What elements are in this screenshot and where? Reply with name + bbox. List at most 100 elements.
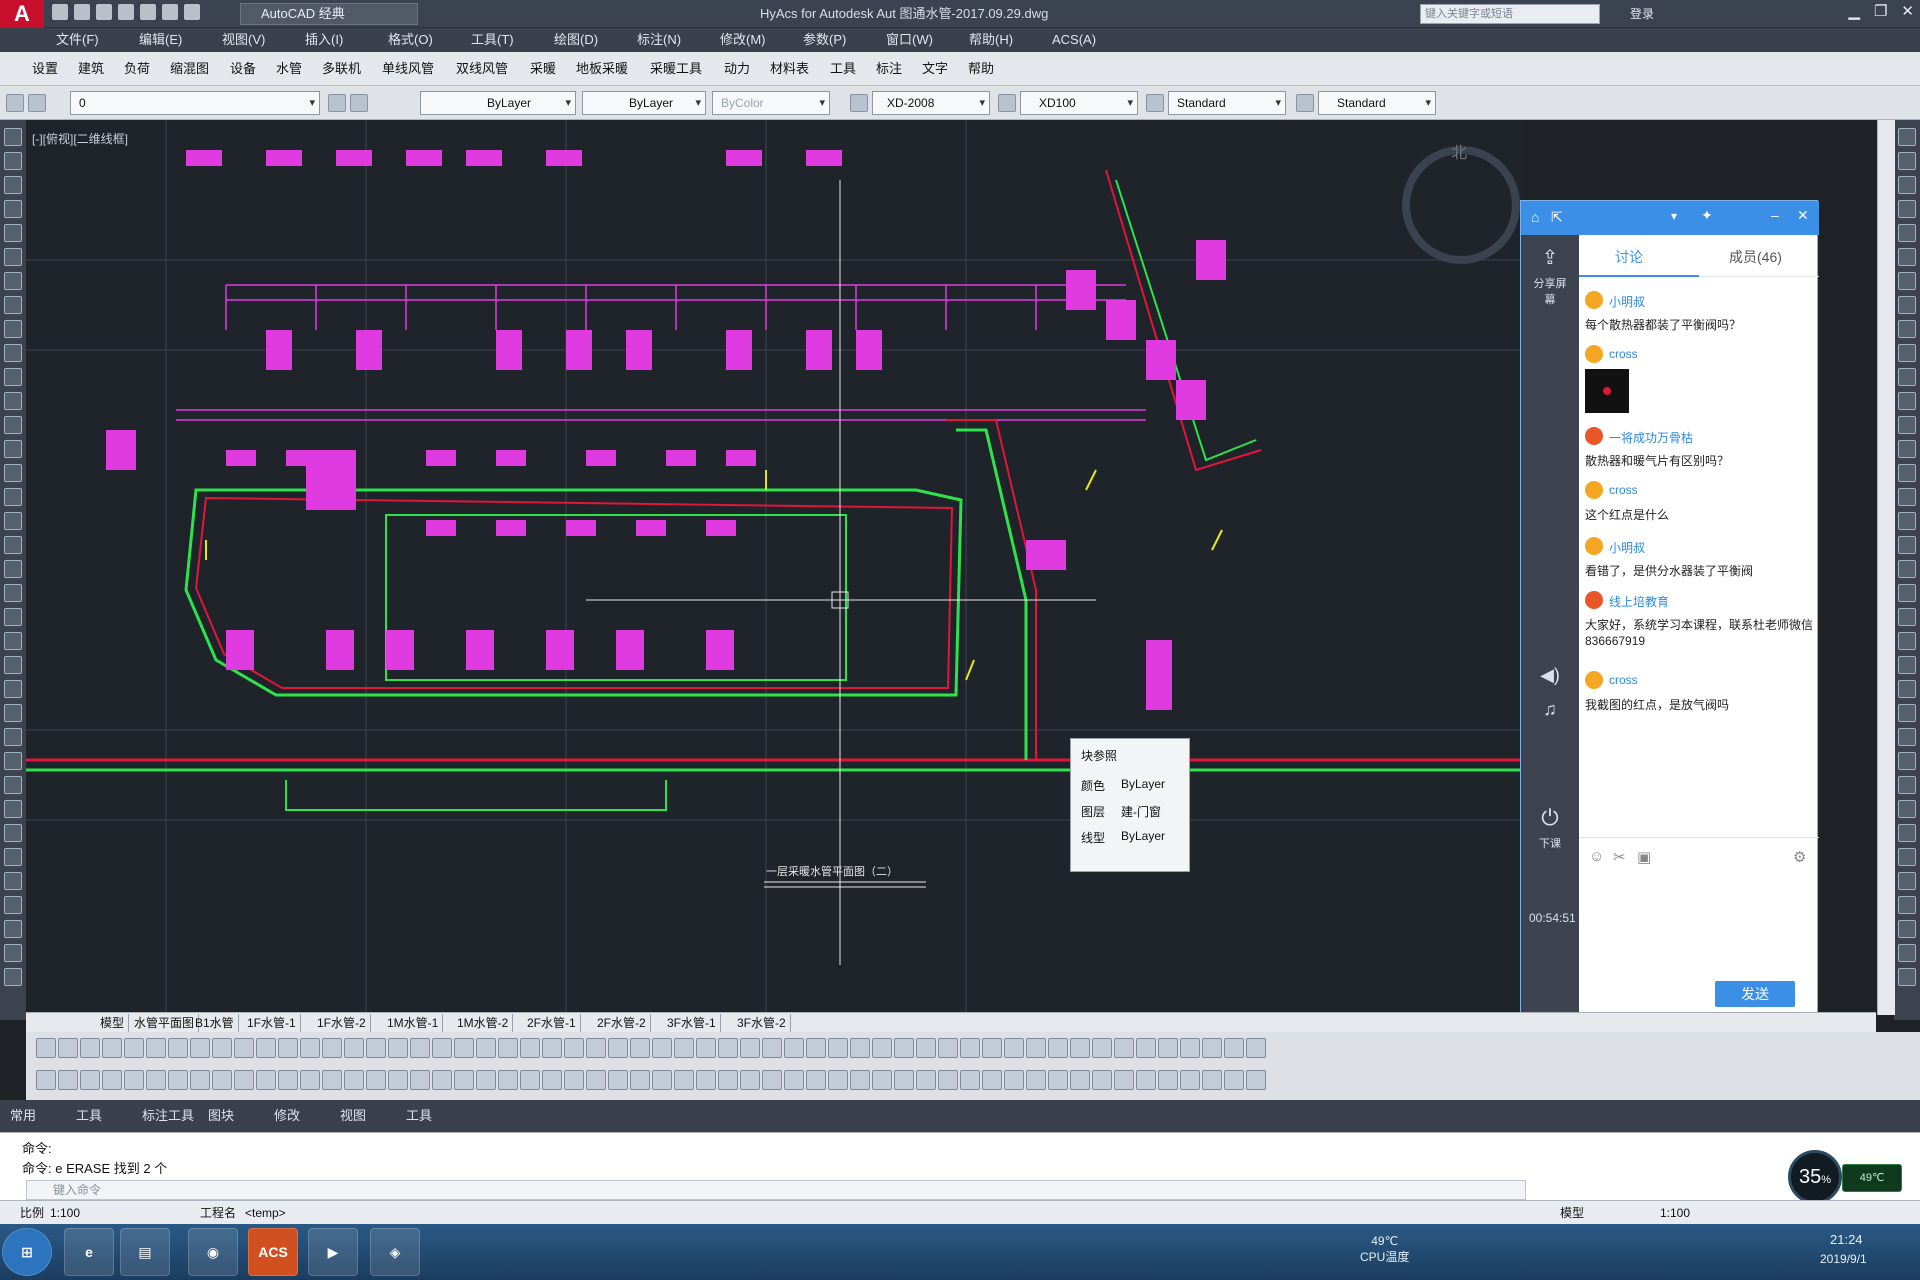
acs-tool-icon[interactable]	[740, 1038, 760, 1058]
linetype-dropdown[interactable]: ByLayer	[420, 91, 576, 115]
acs-tool-icon[interactable]	[498, 1070, 518, 1090]
project-value[interactable]: <temp>	[245, 1201, 286, 1225]
draw-tool-icon[interactable]	[4, 944, 22, 962]
draw-tool-icon[interactable]	[4, 800, 22, 818]
explorer-icon[interactable]: ▤	[120, 1228, 170, 1276]
draw-tool-icon[interactable]	[4, 176, 22, 194]
acs-tool-icon[interactable]	[1224, 1038, 1244, 1058]
search-input[interactable]: 键入关键字或短语	[1420, 4, 1600, 24]
main-menu-item[interactable]: 绘图(D)	[554, 28, 598, 52]
modify-tool-icon[interactable]	[1898, 800, 1916, 818]
redo-icon[interactable]	[184, 4, 200, 20]
modify-tool-icon[interactable]	[1898, 248, 1916, 266]
draw-tool-icon[interactable]	[4, 368, 22, 386]
acs-menu-item[interactable]: 缩混图	[170, 52, 209, 86]
acs-tool-icon[interactable]	[1004, 1038, 1024, 1058]
modify-tool-icon[interactable]	[1898, 704, 1916, 722]
acs-menu-item[interactable]: 单线风管	[382, 52, 434, 86]
acs-tool-icon[interactable]	[938, 1070, 958, 1090]
acs-menu-item[interactable]: 地板采暖	[576, 52, 628, 86]
multileader-style-dropdown[interactable]: Standard	[1318, 91, 1436, 115]
acs-tool-icon[interactable]	[872, 1070, 892, 1090]
modify-tool-icon[interactable]	[1898, 488, 1916, 506]
ribbon-tab[interactable]: 图块	[208, 1100, 234, 1132]
acs-menu-item[interactable]: 采暖工具	[650, 52, 702, 86]
modify-tool-icon[interactable]	[1898, 968, 1916, 986]
acs-tool-icon[interactable]	[1246, 1070, 1266, 1090]
acs-tool-icon[interactable]	[410, 1070, 430, 1090]
acs-tool-icon[interactable]	[58, 1038, 78, 1058]
signin-button[interactable]: 登录	[1630, 4, 1654, 24]
layout-tab[interactable]: 3F水管-2	[733, 1014, 791, 1032]
text-style-icon[interactable]	[850, 94, 868, 112]
acs-tool-icon[interactable]	[256, 1070, 276, 1090]
multileader-style-icon[interactable]	[1296, 94, 1314, 112]
main-menu-item[interactable]: 插入(I)	[305, 28, 343, 52]
table-style-dropdown[interactable]: Standard	[1168, 91, 1286, 115]
acs-tool-icon[interactable]	[806, 1038, 826, 1058]
ribbon-tab[interactable]: 修改	[274, 1100, 300, 1132]
acs-tool-icon[interactable]	[850, 1070, 870, 1090]
acs-tool-icon[interactable]	[1026, 1038, 1046, 1058]
modify-tool-icon[interactable]	[1898, 440, 1916, 458]
save-icon[interactable]	[96, 4, 112, 20]
acs-tool-icon[interactable]	[476, 1070, 496, 1090]
modify-tool-icon[interactable]	[1898, 416, 1916, 434]
autocad-logo-icon[interactable]: A	[0, 0, 44, 28]
modify-tool-icon[interactable]	[1898, 320, 1916, 338]
acs-tool-icon[interactable]	[1092, 1070, 1112, 1090]
acs-menu-item[interactable]: 帮助	[968, 52, 994, 86]
ribbon-tab[interactable]: 工具	[406, 1100, 432, 1132]
layer-state-icon[interactable]	[28, 94, 46, 112]
draw-tool-icon[interactable]	[4, 488, 22, 506]
draw-tool-icon[interactable]	[4, 896, 22, 914]
acs-menu-item[interactable]: 动力	[724, 52, 750, 86]
clock[interactable]: 21:24	[1830, 1232, 1863, 1247]
draw-tool-icon[interactable]	[4, 584, 22, 602]
date[interactable]: 2019/9/1	[1820, 1252, 1867, 1266]
acs-tool-icon[interactable]	[1136, 1038, 1156, 1058]
acs-tool-icon[interactable]	[36, 1070, 56, 1090]
modify-tool-icon[interactable]	[1898, 128, 1916, 146]
acs-tool-icon[interactable]	[212, 1038, 232, 1058]
acs-tool-icon[interactable]	[916, 1070, 936, 1090]
modify-tool-icon[interactable]	[1898, 824, 1916, 842]
draw-tool-icon[interactable]	[4, 704, 22, 722]
modify-tool-icon[interactable]	[1898, 920, 1916, 938]
acs-tool-icon[interactable]	[1180, 1038, 1200, 1058]
draw-tool-icon[interactable]	[4, 608, 22, 626]
draw-tool-icon[interactable]	[4, 512, 22, 530]
main-menu-item[interactable]: 视图(V)	[222, 28, 265, 52]
acs-tool-icon[interactable]	[1180, 1070, 1200, 1090]
acs-tool-icon[interactable]	[344, 1070, 364, 1090]
tab-members[interactable]: 成员(46)	[1729, 247, 1782, 267]
draw-tool-icon[interactable]	[4, 536, 22, 554]
tab-discussion[interactable]: 讨论	[1615, 247, 1643, 267]
workspace-select[interactable]: AutoCAD 经典	[240, 3, 418, 25]
draw-tool-icon[interactable]	[4, 224, 22, 242]
modify-tool-icon[interactable]	[1898, 896, 1916, 914]
acs-tool-icon[interactable]	[124, 1070, 144, 1090]
ribbon-tab[interactable]: 常用	[10, 1100, 36, 1132]
acs-menu-item[interactable]: 双线风管	[456, 52, 508, 86]
acs-tool-icon[interactable]	[696, 1038, 716, 1058]
open-file-icon[interactable]	[74, 4, 90, 20]
minimize-icon[interactable]: ▁	[1848, 2, 1860, 20]
modify-tool-icon[interactable]	[1898, 512, 1916, 530]
print-icon[interactable]	[140, 4, 156, 20]
acs-tool-icon[interactable]	[432, 1038, 452, 1058]
draw-tool-icon[interactable]	[4, 968, 22, 986]
plotstyle-dropdown[interactable]: ByColor	[712, 91, 830, 115]
acs-tool-icon[interactable]	[102, 1070, 122, 1090]
modify-tool-icon[interactable]	[1898, 848, 1916, 866]
draw-tool-icon[interactable]	[4, 200, 22, 218]
draw-tool-icon[interactable]	[4, 560, 22, 578]
shield-icon[interactable]: ◈	[370, 1228, 420, 1276]
draw-tool-icon[interactable]	[4, 320, 22, 338]
layer-manager-icon[interactable]	[6, 94, 24, 112]
acs-tool-icon[interactable]	[916, 1038, 936, 1058]
modify-tool-icon[interactable]	[1898, 536, 1916, 554]
modify-tool-icon[interactable]	[1898, 680, 1916, 698]
layout-tab[interactable]: 水管平面图	[130, 1014, 200, 1032]
layout-tab[interactable]: 1F水管-1	[243, 1014, 301, 1032]
